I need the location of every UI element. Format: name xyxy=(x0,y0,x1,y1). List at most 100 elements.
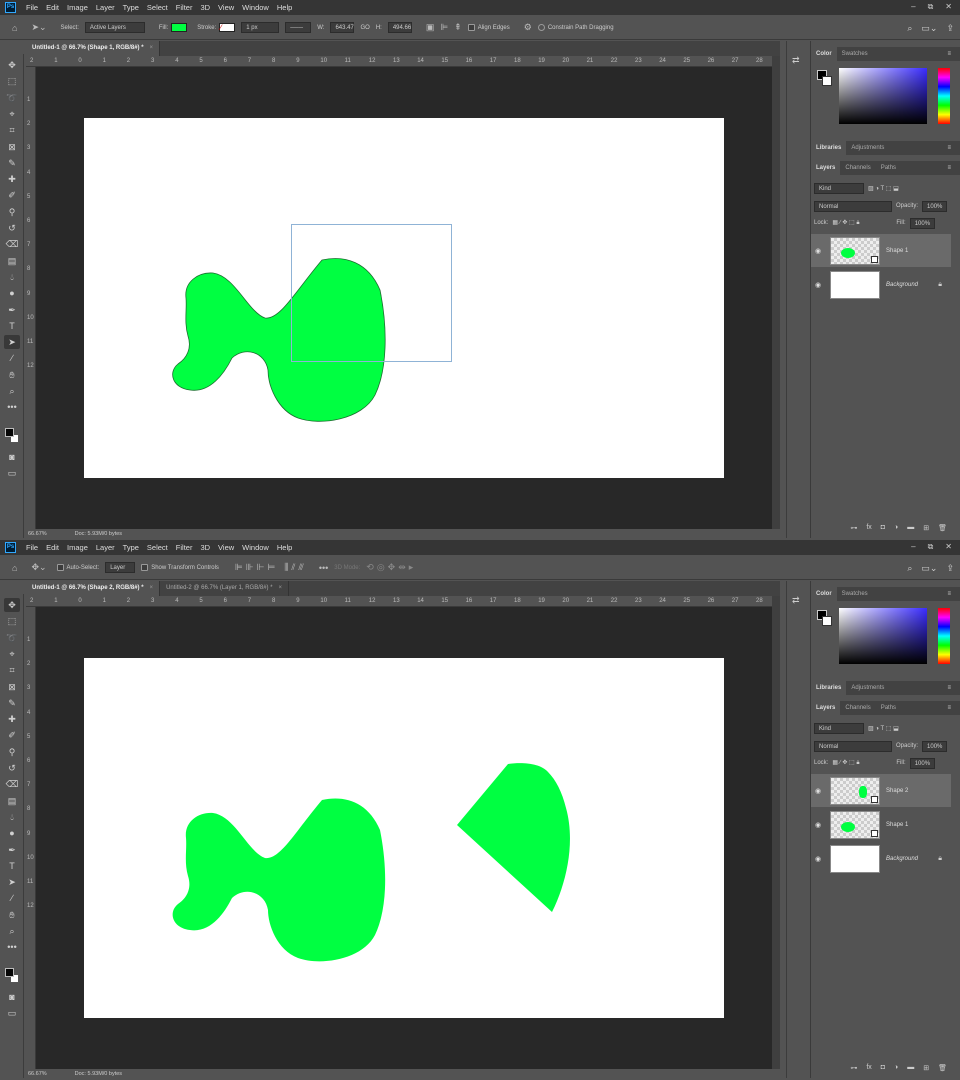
tab-adjustments[interactable]: Adjustments xyxy=(846,141,889,155)
zoom-level[interactable]: 66.67% xyxy=(28,529,47,539)
properties-icon[interactable]: ⇄ xyxy=(792,55,800,66)
properties-icon[interactable]: ⇄ xyxy=(792,595,800,606)
opacity-label: Opacity: xyxy=(896,203,919,209)
background-color[interactable] xyxy=(822,616,832,626)
fx-icon[interactable]: fx xyxy=(866,1064,871,1076)
eye-icon[interactable]: ◉ xyxy=(811,821,825,829)
kind-dropdown[interactable]: Kind xyxy=(814,182,864,194)
layer-thumbnail xyxy=(830,776,880,805)
lock-icons[interactable]: ▦ ∕ ✥ ⬚ 🔒︎ xyxy=(832,219,892,227)
opacity-field[interactable]: 100% xyxy=(922,200,948,212)
layer-filter-row: Kind ▨ ◑ T ⬚ ⬓ xyxy=(814,182,958,194)
filter-icons[interactable]: ▨ ◑ T ⬚ ⬓ xyxy=(868,725,899,732)
link-icon[interactable]: ⊶ xyxy=(850,1064,857,1076)
layer-row[interactable]: ◉ Background 🔒︎ xyxy=(811,268,951,301)
panel-menu-icon[interactable]: ≡ xyxy=(942,47,956,61)
filter-icons[interactable]: ▨ ◑ T ⬚ ⬓ xyxy=(868,185,899,192)
panel-menu-icon[interactable]: ≡ xyxy=(942,141,956,155)
tab-libraries[interactable]: Libraries xyxy=(811,681,847,695)
color-panel-tabs: Color Swatches ≡ xyxy=(811,47,960,61)
eye-icon[interactable]: ◉ xyxy=(811,281,825,289)
mask-icon[interactable]: ◘ xyxy=(881,524,885,536)
panel-menu-icon[interactable]: ≡ xyxy=(942,701,956,715)
background-color[interactable] xyxy=(822,76,832,86)
tab-channels[interactable]: Channels xyxy=(840,161,875,175)
folder-icon[interactable]: ▬ xyxy=(907,1064,914,1076)
layer-name: Background xyxy=(886,855,919,862)
layers-footer: ⊶ fx ◘ ◑ ▬ ⊞ 🗑︎ xyxy=(811,524,960,536)
lock-icon: 🔒︎ xyxy=(938,854,942,862)
color-field[interactable] xyxy=(839,68,927,124)
kind-dropdown[interactable]: Kind xyxy=(814,722,864,734)
fill-field[interactable]: 100% xyxy=(909,757,936,769)
status-bar: 66.67% Doc: 5.93M/0 bytes xyxy=(26,1069,772,1079)
trash-icon[interactable]: 🗑︎ xyxy=(938,1064,947,1076)
trash-icon[interactable]: 🗑︎ xyxy=(938,524,947,536)
lock-icon: 🔒︎ xyxy=(938,280,942,288)
fill-field[interactable]: 100% xyxy=(909,217,936,229)
tab-swatches[interactable]: Swatches xyxy=(837,47,873,61)
layers-panel-tabs: Layers Channels Paths ≡ xyxy=(811,701,960,715)
color-panel-tabs: Color Swatches ≡ xyxy=(811,587,960,601)
fx-icon[interactable]: fx xyxy=(866,524,871,536)
tab-color[interactable]: Color xyxy=(811,47,837,61)
layer-thumbnail xyxy=(830,844,880,873)
vertical-scrollbar[interactable] xyxy=(772,56,780,529)
color-field[interactable] xyxy=(839,608,927,664)
folder-icon[interactable]: ▬ xyxy=(907,524,914,536)
layer-filter-row: Kind ▨ ◑ T ⬚ ⬓ xyxy=(814,722,958,734)
layer-row[interactable]: ◉ Shape 1 xyxy=(811,234,951,267)
tab-layers[interactable]: Layers xyxy=(811,161,841,175)
lock-row: Lock: ▦ ∕ ✥ ⬚ 🔒︎ Fill: 100% xyxy=(814,757,958,769)
layer-row[interactable]: ◉ Background 🔒︎ xyxy=(811,842,951,875)
libraries-panel-tabs: Libraries Adjustments ≡ xyxy=(811,141,960,155)
lock-icons[interactable]: ▦ ∕ ✥ ⬚ 🔒︎ xyxy=(832,759,892,767)
fill-label: Fill: xyxy=(896,220,906,226)
tab-libraries[interactable]: Libraries xyxy=(811,141,847,155)
lock-label: Lock: xyxy=(814,760,829,766)
tab-channels[interactable]: Channels xyxy=(840,701,875,715)
shape-1[interactable] xyxy=(172,798,386,962)
workspace-top: Ps File Edit Image Layer Type Select Fil… xyxy=(0,0,960,540)
doc-size: Doc: 5.93M/0 bytes xyxy=(74,531,123,537)
tab-paths[interactable]: Paths xyxy=(876,701,901,715)
mask-icon[interactable]: ◘ xyxy=(881,1064,885,1076)
bounding-box[interactable] xyxy=(291,224,452,362)
layer-name: Background xyxy=(886,281,919,288)
blend-mode-dropdown[interactable]: Normal xyxy=(814,740,892,752)
tab-adjustments[interactable]: Adjustments xyxy=(846,681,889,695)
shape-2[interactable] xyxy=(457,763,570,912)
panel-menu-icon[interactable]: ≡ xyxy=(942,161,956,175)
tab-layers[interactable]: Layers xyxy=(811,701,841,715)
adjustment-icon[interactable]: ◑ xyxy=(894,524,898,536)
tab-color[interactable]: Color xyxy=(811,587,837,601)
libraries-panel-tabs: Libraries Adjustments ≡ xyxy=(811,681,960,695)
tab-swatches[interactable]: Swatches xyxy=(837,587,873,601)
opacity-field[interactable]: 100% xyxy=(922,740,948,752)
blend-mode-dropdown[interactable]: Normal xyxy=(814,200,892,212)
blend-row: Normal Opacity: 100% xyxy=(814,740,958,752)
layer-thumbnail xyxy=(830,270,880,299)
lock-label: Lock: xyxy=(814,220,829,226)
adjustment-icon[interactable]: ◑ xyxy=(894,1064,898,1076)
panel-menu-icon[interactable]: ≡ xyxy=(942,587,956,601)
layers-footer: ⊶ fx ◘ ◑ ▬ ⊞ 🗑︎ xyxy=(811,1064,960,1076)
eye-icon[interactable]: ◉ xyxy=(811,247,825,255)
new-layer-icon[interactable]: ⊞ xyxy=(923,524,929,536)
hue-slider[interactable] xyxy=(938,68,950,124)
layer-row[interactable]: ◉ Shape 2 xyxy=(811,774,951,807)
layer-name: Shape 1 xyxy=(886,821,909,828)
panel-menu-icon[interactable]: ≡ xyxy=(942,681,956,695)
eye-icon[interactable]: ◉ xyxy=(811,855,825,863)
eye-icon[interactable]: ◉ xyxy=(811,787,825,795)
workspace-bottom: Ps File Edit Image Layer Type Select Fil… xyxy=(0,540,960,1080)
zoom-level[interactable]: 66.67% xyxy=(28,1069,47,1079)
link-icon[interactable]: ⊶ xyxy=(850,524,857,536)
tab-paths[interactable]: Paths xyxy=(876,161,901,175)
layers-panel-tabs: Layers Channels Paths ≡ xyxy=(811,161,960,175)
vertical-scrollbar[interactable] xyxy=(772,596,780,1069)
hue-slider[interactable] xyxy=(938,608,950,664)
new-layer-icon[interactable]: ⊞ xyxy=(923,1064,929,1076)
lock-row: Lock: ▦ ∕ ✥ ⬚ 🔒︎ Fill: 100% xyxy=(814,217,958,229)
layer-row[interactable]: ◉ Shape 1 xyxy=(811,808,951,841)
